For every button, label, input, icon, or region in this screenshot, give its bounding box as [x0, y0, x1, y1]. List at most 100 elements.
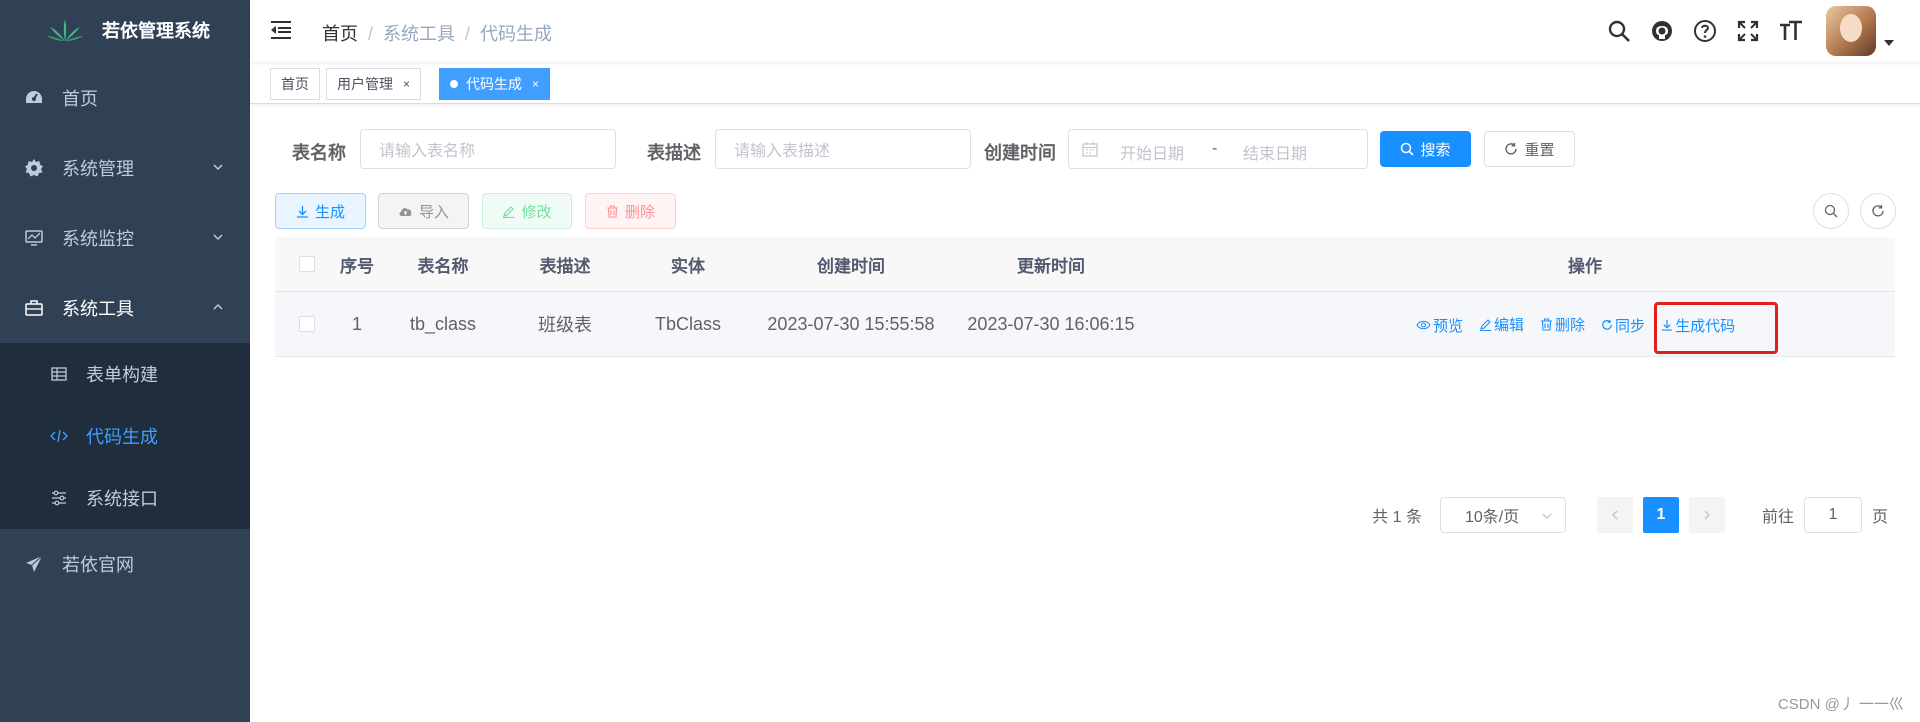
- goto-page-input[interactable]: 1: [1803, 497, 1862, 533]
- search-icon: [1401, 142, 1415, 156]
- active-dot: [450, 80, 458, 88]
- monitor-icon: [24, 228, 44, 248]
- sync-link[interactable]: 同步: [1601, 315, 1645, 336]
- tag-label: 首页: [281, 76, 309, 92]
- sidebar-item-code-gen[interactable]: 代码生成: [0, 405, 250, 467]
- prev-page-button[interactable]: [1596, 497, 1633, 533]
- logo[interactable]: 若依管理系统: [0, 0, 250, 60]
- start-date-input[interactable]: 开始日期: [1120, 140, 1184, 164]
- cloud-upload-icon: [399, 207, 412, 216]
- page-size-value: 10条/页: [1464, 509, 1520, 526]
- edit-button[interactable]: 修改: [482, 193, 572, 229]
- goto-prefix: 前往: [1761, 509, 1794, 526]
- end-date-input[interactable]: 结束日期: [1243, 140, 1307, 164]
- delete-button[interactable]: 删除: [585, 193, 676, 229]
- sync-label: 同步: [1615, 317, 1646, 335]
- close-icon[interactable]: ×: [403, 77, 410, 91]
- menu-item-system-monitor[interactable]: 系统监控: [0, 203, 250, 273]
- cell-update-time: 2023-07-30 16:06:15: [967, 313, 1135, 334]
- column-header-table-desc: 表描述: [539, 256, 591, 276]
- menu-item-label: 系统监控: [62, 229, 134, 249]
- pagination: 共 1 条 10条/页 1 前往 1 页: [1372, 497, 1888, 533]
- table-desc-input[interactable]: 请输入表描述: [715, 129, 971, 169]
- chevron-down-icon: [213, 234, 223, 241]
- github-icon[interactable]: [1650, 19, 1674, 43]
- search-form: 表名称 请输入表名称 表描述 请输入表描述 创建时间 开始日期 - 结束日期 搜…: [250, 129, 1920, 169]
- table-row: 1 tb_class 班级表 TbClass 2023-07-30 15:55:…: [275, 292, 1895, 357]
- chevron-down-icon: [1542, 513, 1552, 519]
- preview-link[interactable]: 预览: [1416, 315, 1463, 336]
- menu-item-system-management[interactable]: 系统管理: [0, 133, 250, 203]
- toolbox-icon: [24, 298, 44, 318]
- column-header-index: 序号: [340, 256, 374, 276]
- page-number-1[interactable]: 1: [1642, 497, 1679, 533]
- delete-label: 删除: [1555, 317, 1586, 334]
- dashboard-icon: [24, 88, 44, 108]
- trash-icon: [606, 204, 618, 218]
- tags-view: 首页 用户管理 × 代码生成 ×: [250, 62, 1920, 104]
- edit-label: 编辑: [1494, 317, 1525, 334]
- date-range-picker[interactable]: 开始日期 - 结束日期: [1068, 129, 1368, 169]
- delete-link[interactable]: 删除: [1540, 314, 1585, 335]
- cell-entity: TbClass: [654, 313, 721, 334]
- breadcrumb-item-home[interactable]: 首页: [322, 24, 358, 44]
- search-button-label: 搜索: [1420, 141, 1451, 159]
- breadcrumb-separator: /: [465, 24, 471, 44]
- highlight-box: [1654, 302, 1778, 354]
- trash-icon: [1541, 318, 1553, 331]
- sidebar-item-form-builder[interactable]: 表单构建: [0, 343, 250, 405]
- select-all-checkbox[interactable]: [299, 256, 315, 272]
- avatar[interactable]: [1826, 6, 1876, 56]
- import-button[interactable]: 导入: [378, 193, 469, 229]
- right-menu: [1607, 0, 1894, 62]
- eye-icon: [1416, 320, 1431, 330]
- sidebar-item-system-api[interactable]: 系统接口: [0, 467, 250, 529]
- submenu-system-tools: 表单构建 代码生成 系统接口: [0, 343, 250, 529]
- menu-item-label: 系统管理: [62, 159, 134, 179]
- column-header-table-name: 表名称: [417, 256, 469, 276]
- cell-index: 1: [351, 313, 362, 334]
- tag-user-management[interactable]: 用户管理 ×: [326, 68, 422, 100]
- menu-item-home[interactable]: 首页: [0, 63, 250, 133]
- search-button[interactable]: 搜索: [1380, 131, 1471, 167]
- breadcrumb: 首页 / 系统工具 / 代码生成: [322, 20, 552, 46]
- column-header-create-time: 创建时间: [817, 256, 885, 276]
- next-page-button[interactable]: [1688, 497, 1725, 533]
- chevron-down-icon: [213, 164, 223, 171]
- breadcrumb-separator: /: [368, 24, 374, 44]
- edit-icon: [503, 205, 515, 218]
- caret-down-icon[interactable]: [1884, 40, 1894, 46]
- goto-suffix: 页: [1871, 509, 1888, 526]
- main-content: 表名称 请输入表名称 表描述 请输入表描述 创建时间 开始日期 - 结束日期 搜…: [250, 105, 1920, 722]
- menu-item-system-tools[interactable]: 系统工具: [0, 273, 250, 343]
- edit-link[interactable]: 编辑: [1479, 314, 1524, 335]
- row-checkbox[interactable]: [299, 316, 315, 332]
- gen-table: 序号 表名称 表描述 实体 创建时间 更新时间 操作 1 tb_class 班级…: [275, 237, 1895, 357]
- cell-table-desc: 班级表: [538, 315, 592, 335]
- refresh-table-button[interactable]: [1860, 193, 1896, 229]
- close-icon[interactable]: ×: [532, 77, 539, 91]
- table-desc-label: 表描述: [647, 143, 701, 163]
- question-icon[interactable]: [1693, 19, 1717, 43]
- generate-button-label: 生成: [314, 203, 345, 221]
- fullscreen-icon[interactable]: [1736, 19, 1760, 43]
- hamburger-icon[interactable]: [270, 20, 292, 40]
- menu-item-ruoyi-site[interactable]: 若依官网: [0, 529, 250, 599]
- chevron-right-icon: [1704, 510, 1710, 520]
- range-separator: -: [1212, 140, 1218, 157]
- page-size-select[interactable]: 10条/页: [1439, 497, 1566, 533]
- tag-home[interactable]: 首页: [270, 68, 320, 100]
- search-icon[interactable]: [1607, 19, 1631, 43]
- menu-item-label: 若依官网: [62, 555, 134, 575]
- tag-code-gen[interactable]: 代码生成 ×: [439, 68, 551, 100]
- toggle-search-button[interactable]: [1813, 193, 1849, 229]
- sidebar: 若依管理系统 首页 系统管理 系统监控 系统工具 表单构建 代码生成 系统接口 …: [0, 0, 250, 722]
- refresh-icon: [1505, 143, 1518, 155]
- table-header: 序号 表名称 表描述 实体 创建时间 更新时间 操作: [275, 237, 1895, 292]
- column-header-entity: 实体: [671, 256, 705, 276]
- generate-button[interactable]: 生成: [275, 193, 366, 229]
- reset-button[interactable]: 重置: [1484, 131, 1575, 167]
- table-name-input[interactable]: 请输入表名称: [360, 129, 616, 169]
- refresh-icon: [1602, 319, 1612, 330]
- font-size-icon[interactable]: [1779, 19, 1803, 43]
